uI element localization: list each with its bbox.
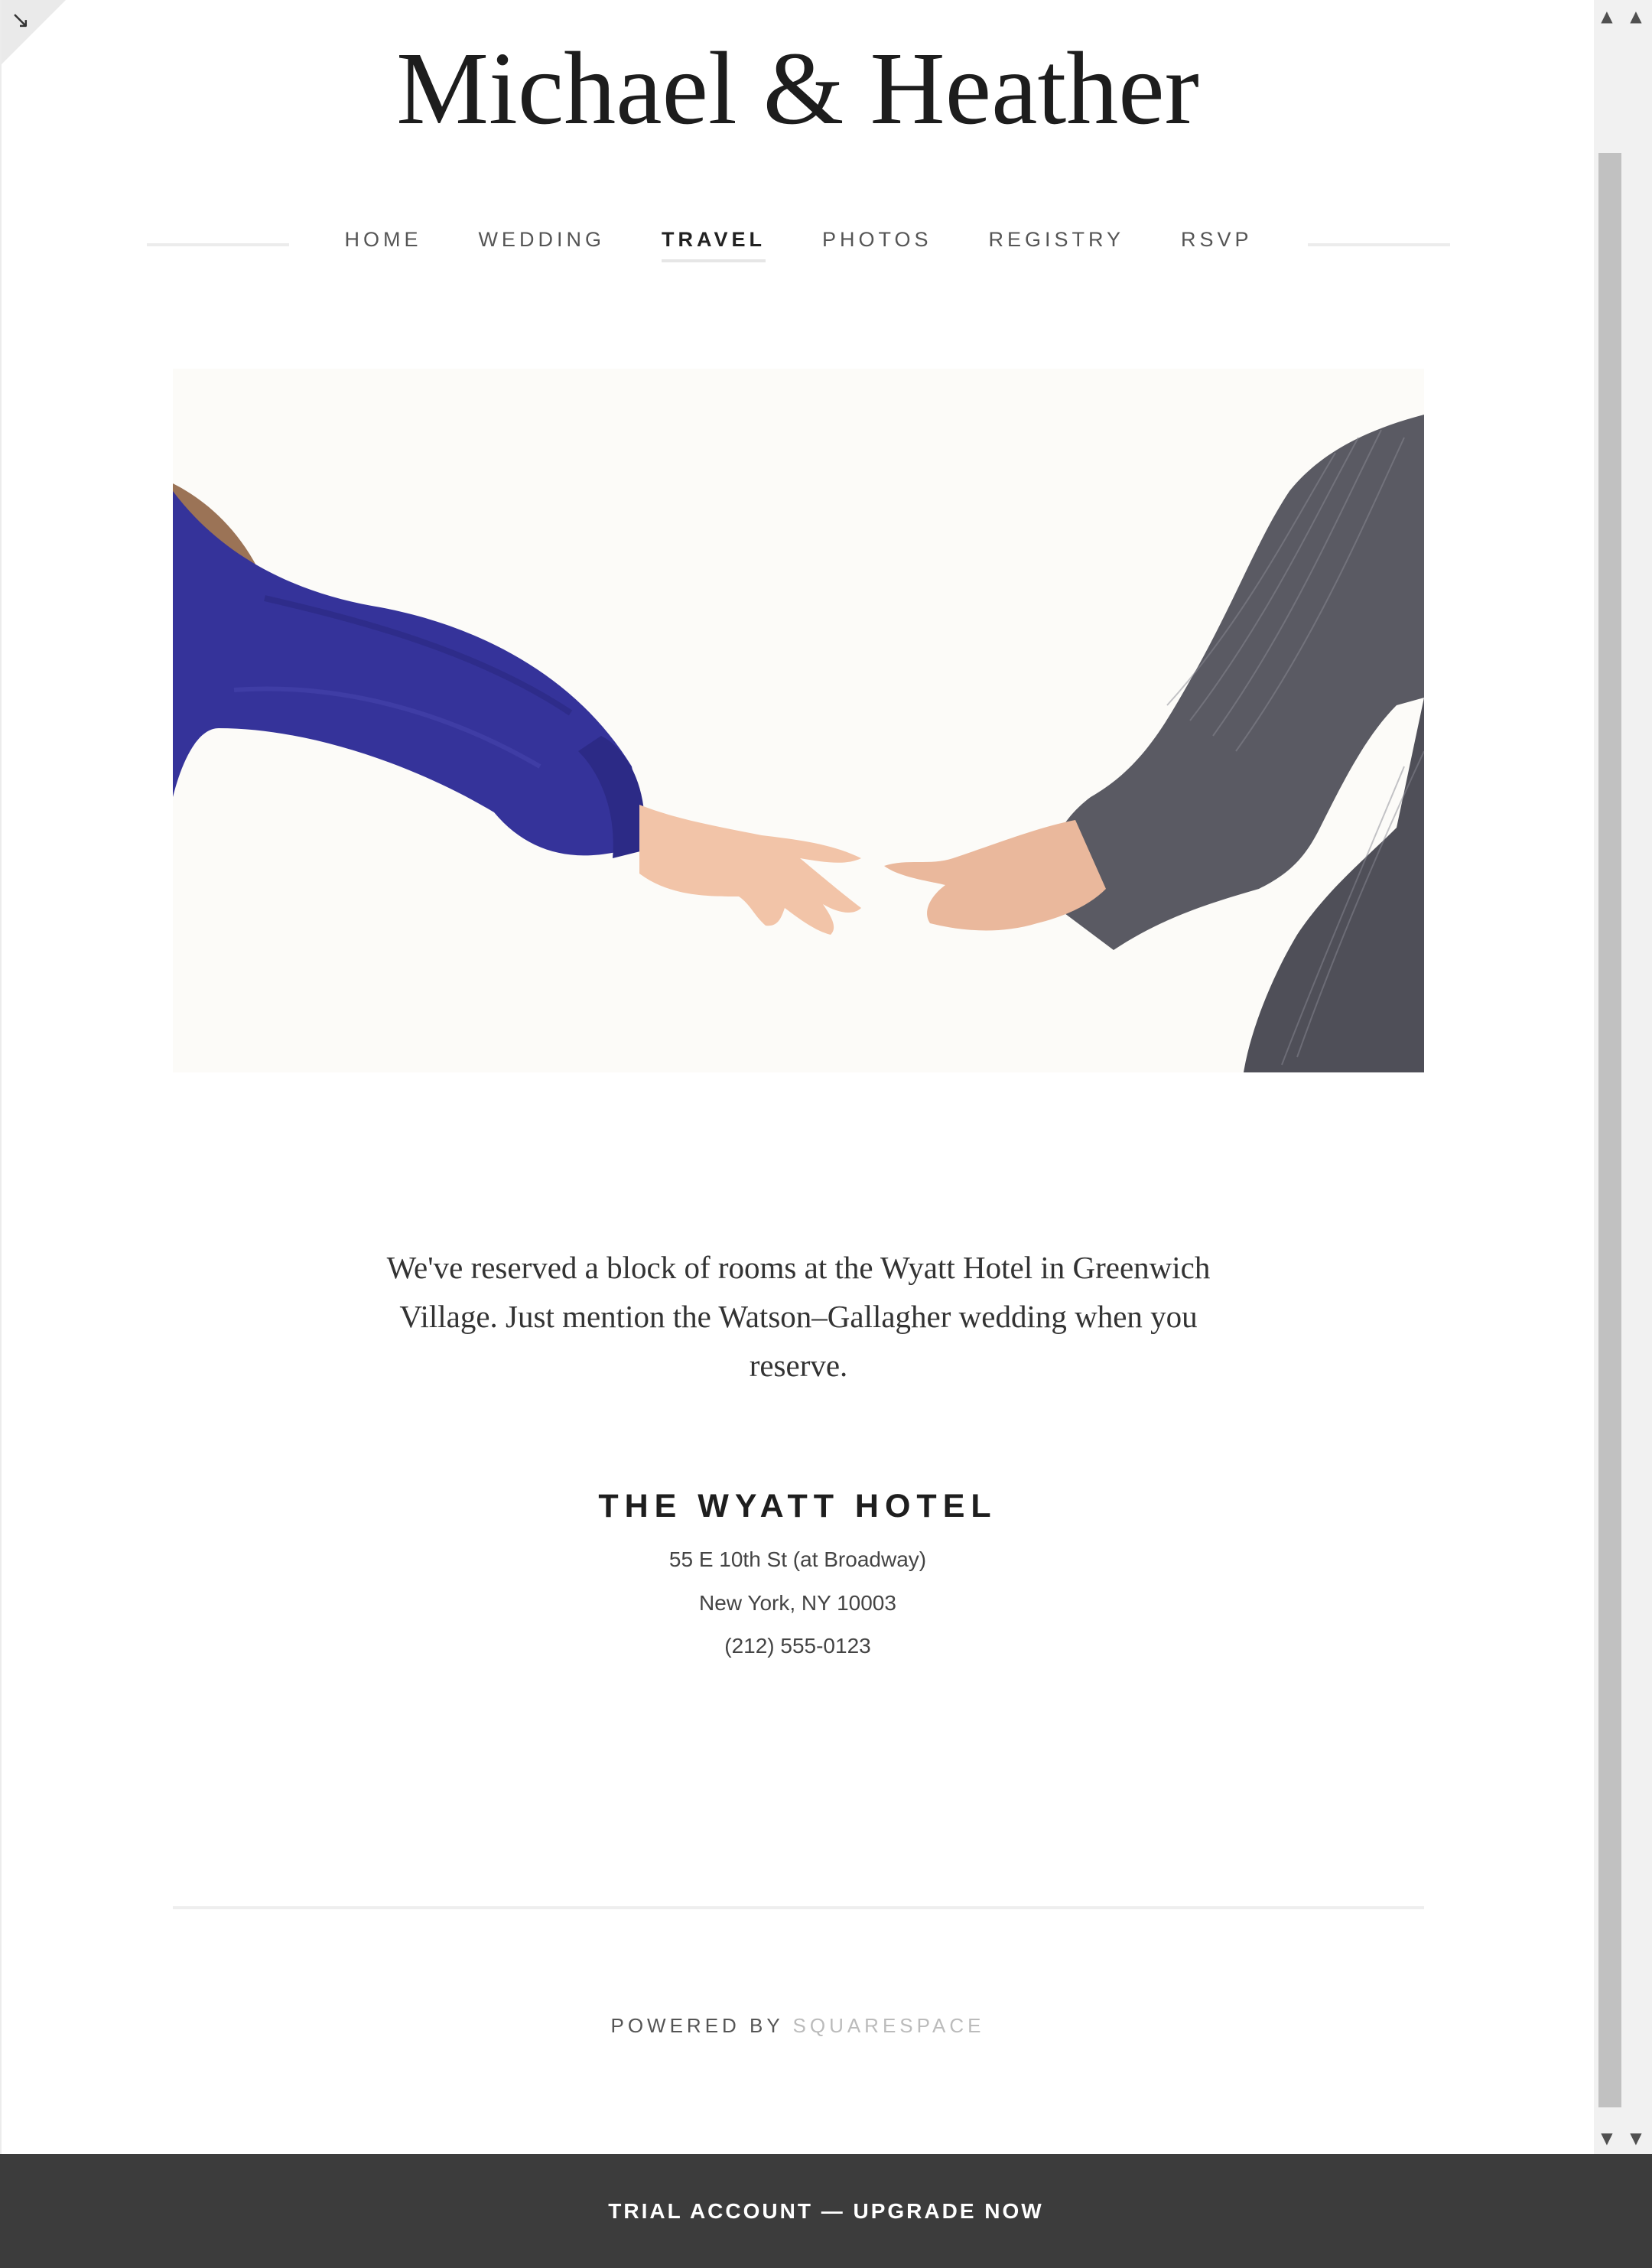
upgrade-now-link[interactable]: TRIAL ACCOUNT — UPGRADE NOW: [608, 2199, 1043, 2224]
nav-item-home[interactable]: HOME: [344, 228, 421, 262]
hotel-address-line2: New York, NY 10003: [699, 1591, 896, 1615]
powered-by: POWERED BY SQUARESPACE: [2, 2014, 1594, 2038]
nav-divider-right: [1307, 243, 1450, 246]
scroll-up-arrow-icon-secondary[interactable]: ▲: [1623, 3, 1649, 29]
site-title[interactable]: Michael & Heather: [2, 29, 1594, 148]
nav-item-photos[interactable]: PHOTOS: [822, 228, 932, 262]
powered-by-prefix: POWERED BY: [610, 2014, 784, 2037]
hotel-address-line1: 55 E 10th St (at Broadway): [668, 1547, 927, 1571]
vertical-scrollbar[interactable]: ▲ ▼ ▼ ▲: [1594, 0, 1652, 2154]
nav-item-wedding[interactable]: WEDDING: [478, 228, 605, 262]
nav-item-travel[interactable]: TRAVEL: [661, 228, 766, 262]
hotel-phone: (212) 555-0123: [724, 1634, 871, 1658]
nav-items: HOME WEDDING TRAVEL PHOTOS REGISTRY RSVP: [344, 228, 1252, 262]
hands-reaching-illustration: [173, 369, 1424, 1072]
nav-item-rsvp[interactable]: RSVP: [1181, 228, 1253, 262]
main-nav: HOME WEDDING TRAVEL PHOTOS REGISTRY RSVP: [147, 222, 1450, 268]
squarespace-link[interactable]: SQUARESPACE: [793, 2014, 985, 2037]
scroll-down-arrow-icon[interactable]: ▼: [1594, 2125, 1620, 2151]
nav-divider-left: [147, 243, 290, 246]
travel-intro-text: We've reserved a block of rooms at the W…: [386, 1250, 1211, 1383]
scroll-up-arrow-icon[interactable]: ▲: [1594, 3, 1620, 29]
scroll-down-arrow-icon-secondary[interactable]: ▼: [1623, 2125, 1649, 2151]
hero-image: [173, 369, 1424, 1072]
hotel-name: THE WYATT HOTEL: [598, 1488, 997, 1524]
trial-account-bar: TRIAL ACCOUNT — UPGRADE NOW: [0, 2154, 1652, 2268]
nav-item-registry[interactable]: REGISTRY: [988, 228, 1124, 262]
scrollbar-thumb[interactable]: [1598, 153, 1621, 2107]
footer-divider: [173, 1906, 1424, 1909]
page: ↘ Michael & Heather HOME WEDDING TRAVEL …: [0, 0, 1594, 2154]
